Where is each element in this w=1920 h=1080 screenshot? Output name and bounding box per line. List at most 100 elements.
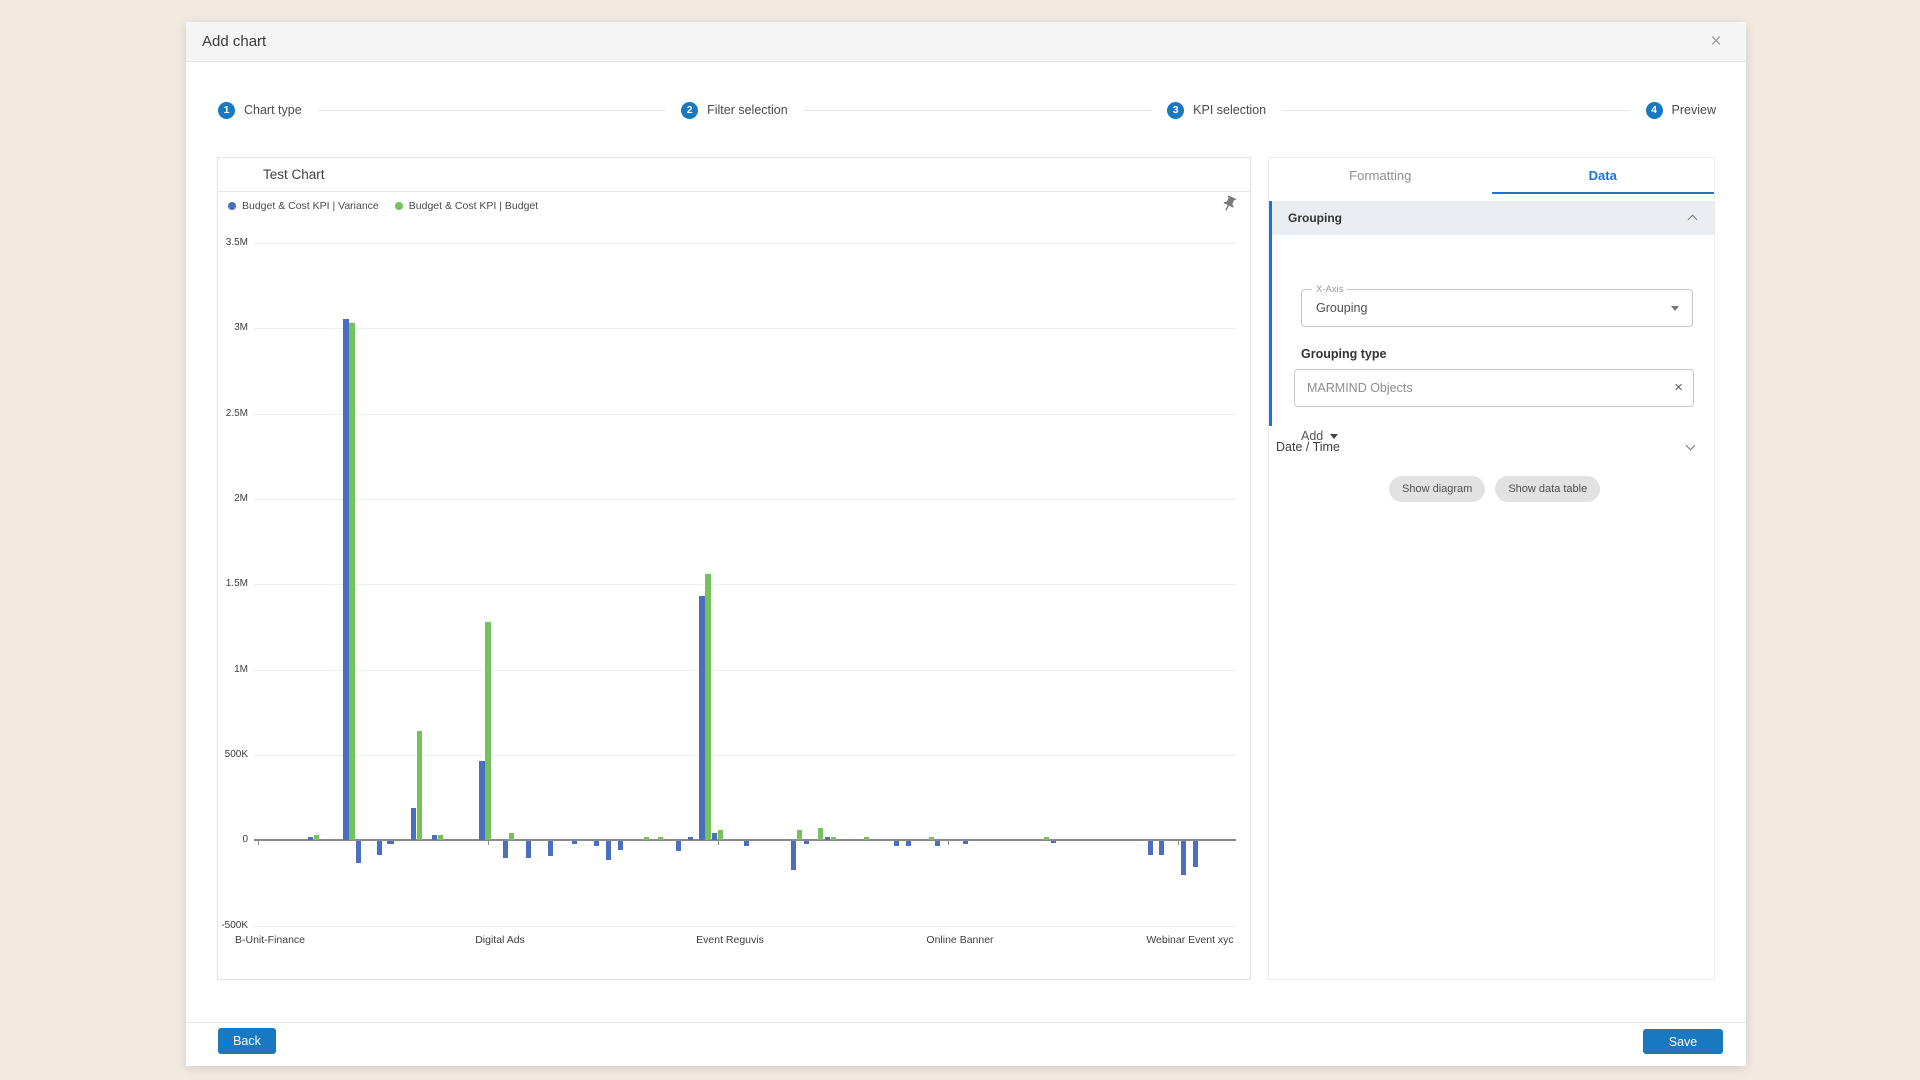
x-axis-category-label: Event Reguvis [660,934,800,946]
chart-bar [676,841,681,851]
show-diagram-button[interactable]: Show diagram [1389,476,1485,502]
y-axis-tick-label: 2M [218,493,248,504]
chart-bar [485,622,491,840]
grouping-section: Grouping X-Axis Grouping Grouping type M… [1269,201,1714,426]
chart-bar [432,835,437,840]
gridline [254,328,1236,329]
step-label: Chart type [244,103,302,117]
chart-bar [1181,841,1186,875]
chart-bar [658,837,663,840]
chart-bar [618,841,623,850]
chart-bar [1044,837,1049,840]
active-tab-underline [1492,192,1715,194]
bar-chart-plot: 3.5M3M2.5M2M1.5M1M500K0-500KB-Unit-Finan… [218,158,1250,979]
step-connector [1282,110,1629,111]
modal-title: Add chart [202,22,266,62]
chart-bar [797,830,802,840]
step-connector [804,110,1151,111]
modal-header: Add chart × [186,22,1746,62]
date-time-label: Date / Time [1276,433,1340,461]
chart-bar [377,841,382,855]
gridline [254,926,1236,927]
chart-bar [804,841,809,844]
gridline [254,670,1236,671]
x-axis-tick [488,841,489,845]
gridline [254,243,1236,244]
x-axis-select[interactable]: X-Axis Grouping [1301,289,1693,327]
chevron-down-icon [1686,441,1696,451]
chart-bar [411,808,416,840]
chart-bar [963,841,968,844]
chart-bar [894,841,899,846]
back-button[interactable]: Back [218,1028,276,1054]
grouping-header-label: Grouping [1288,201,1342,235]
chart-bar [1051,841,1056,843]
step-number-badge: 2 [681,102,698,119]
close-icon[interactable]: × [1704,30,1728,54]
chart-bar [417,731,422,840]
step-preview[interactable]: 4 Preview [1646,102,1716,119]
chart-bar [864,837,869,840]
grouping-type-input[interactable]: MARMIND Objects × [1294,369,1694,407]
add-chart-modal: Add chart × 1 Chart type 2 Filter select… [186,22,1746,1066]
y-axis-tick-label: 3.5M [218,237,248,248]
panel-actions: Show diagram Show data table [1389,476,1600,502]
x-axis-tick [948,841,949,845]
x-axis-tick [258,841,259,845]
step-connector [318,110,665,111]
chart-bar [308,837,313,840]
x-axis-selected-value: Grouping [1316,290,1367,326]
chart-preview-card: Test Chart Budget & Cost KPI | Variance … [217,157,1251,980]
chart-bar [594,841,599,846]
date-time-section-header[interactable]: Date / Time [1269,433,1714,461]
chart-bar [1148,841,1153,855]
grouping-type-label: Grouping type [1301,347,1386,361]
chart-bar [644,837,649,840]
chart-bar [438,835,443,840]
show-data-table-button[interactable]: Show data table [1495,476,1600,502]
y-axis-tick-label: 0 [218,834,248,845]
settings-panel: Formatting Data Grouping X-Axis Grouping… [1268,157,1715,980]
chart-bar [718,830,723,840]
step-number-badge: 3 [1167,102,1184,119]
chart-bar [548,841,553,856]
chart-bar [791,841,796,870]
step-kpi-selection[interactable]: 3 KPI selection [1167,102,1266,119]
chart-bar [906,841,911,846]
x-axis-category-label: B-Unit-Finance [200,934,340,946]
grouping-section-header[interactable]: Grouping [1272,201,1714,235]
x-axis-tick [1178,841,1179,845]
step-label: KPI selection [1193,103,1266,117]
tab-data[interactable]: Data [1492,158,1715,194]
gridline [254,414,1236,415]
y-axis-tick-label: 3M [218,322,248,333]
grouping-type-value: MARMIND Objects [1307,370,1413,406]
stepper: 1 Chart type 2 Filter selection 3 KPI se… [218,92,1716,128]
x-axis-tick [718,841,719,845]
step-label: Filter selection [707,103,788,117]
chart-bar [1159,841,1164,855]
save-button[interactable]: Save [1643,1029,1723,1054]
gridline [254,755,1236,756]
step-number-badge: 4 [1646,102,1663,119]
chart-bar [314,835,319,840]
x-axis-category-label: Webinar Event xyc [1120,934,1260,946]
y-axis-tick-label: 1M [218,664,248,675]
chevron-down-icon [1671,306,1679,311]
chart-bar [818,828,823,840]
chart-bar [935,841,940,846]
step-number-badge: 1 [218,102,235,119]
chart-bar [526,841,531,858]
clear-icon[interactable]: × [1674,370,1683,406]
step-chart-type[interactable]: 1 Chart type [218,102,302,119]
chart-bar [503,841,508,858]
chart-bar [606,841,611,860]
chart-bar [705,574,711,840]
step-filter-selection[interactable]: 2 Filter selection [681,102,788,119]
chart-bar [831,837,836,840]
chart-bar [929,837,934,840]
tab-formatting[interactable]: Formatting [1269,158,1492,194]
x-axis-category-label: Digital Ads [430,934,570,946]
chart-bar [744,841,749,846]
chart-bar [1193,841,1198,867]
